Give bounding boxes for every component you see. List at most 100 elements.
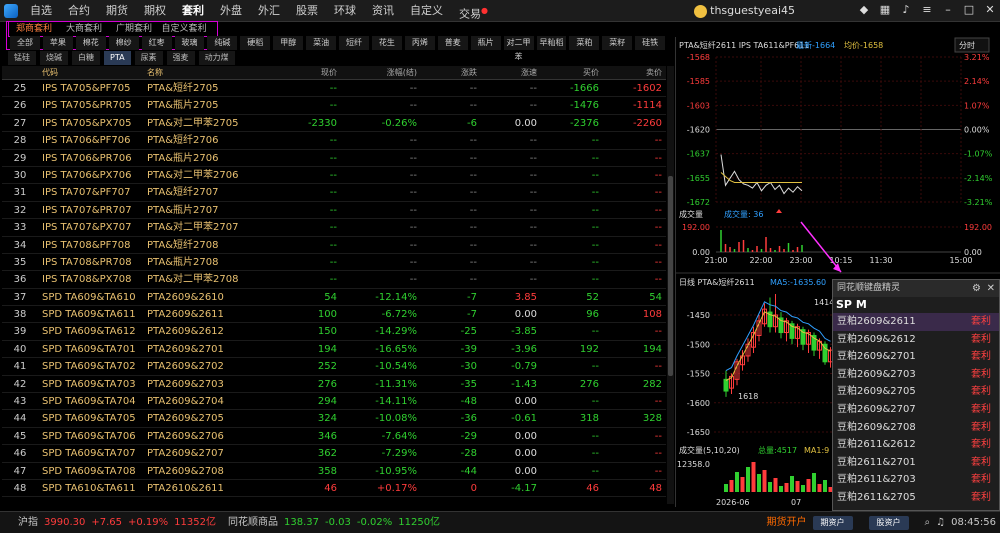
nav-item-5[interactable]: 外盘	[212, 0, 250, 22]
user-account[interactable]: thsguestyeai45	[694, 0, 795, 22]
variety-button-1[interactable]: 苹果	[42, 36, 73, 50]
table-row[interactable]: 35 IPS TA708&PR708 PTA&瓶片2708 -- -- -- -- -- --	[2, 254, 666, 272]
minimize-icon[interactable]: –	[942, 3, 954, 17]
variety-button-11[interactable]: 花生	[371, 36, 402, 50]
table-row[interactable]: 29 IPS TA706&PR706 PTA&瓶片2706 -- -- -- -- -- --	[2, 150, 666, 167]
variety-button-3[interactable]: 棉纱	[108, 36, 139, 50]
nav-item-7[interactable]: 股票	[288, 0, 326, 22]
table-row[interactable]: 34 IPS TA708&PF708 PTA&短纤2708 -- -- -- -- -- --	[2, 237, 666, 254]
nav-item-1[interactable]: 合约	[60, 0, 98, 22]
variety-button-7[interactable]: 硬稻	[240, 36, 271, 50]
bell-icon[interactable]: ♫	[936, 512, 945, 533]
table-row[interactable]: 42 SPD TA609&TA703 PTA2609&2703 276 -11.31% -…	[2, 376, 666, 394]
market-tab-3[interactable]: 自定义套利	[159, 22, 209, 36]
table-row[interactable]: 37 SPD TA609&TA610 PTA2609&2610 54 -12.14% -7…	[2, 289, 666, 307]
table-row[interactable]: 26 IPS TA705&PR705 PTA&瓶片2705 -- -- -- -- -1476…	[2, 97, 666, 115]
table-row[interactable]: 43 SPD TA609&TA704 PTA2609&2704 294 -14.11% -…	[2, 393, 666, 411]
variety-button-4[interactable]: 红枣	[141, 36, 172, 50]
filter-tab-1[interactable]: 烧碱	[40, 51, 68, 65]
scrollbar-thumb[interactable]	[668, 176, 673, 376]
table-row[interactable]: 36 IPS TA708&PX708 PTA&对二甲苯2708 -- -- -- -- -- -…	[2, 271, 666, 289]
nav-item-4[interactable]: 套利	[174, 0, 212, 22]
variety-button-5[interactable]: 玻璃	[174, 36, 205, 50]
filter-tab-5[interactable]: 强麦	[166, 51, 195, 65]
variety-button-2[interactable]: 棉花	[75, 36, 106, 50]
variety-button-15[interactable]: 对二甲苯	[503, 36, 534, 61]
nav-item-2[interactable]: 期货	[98, 0, 136, 22]
column-header-0[interactable]	[2, 66, 38, 79]
table-row[interactable]: 39 SPD TA609&TA612 PTA2609&2612 150 -14.29% -…	[2, 323, 666, 341]
column-header-6[interactable]: 涨速	[481, 66, 541, 79]
sprite-result-item[interactable]: 豆粕2609&2707 套利	[833, 401, 999, 419]
filter-tab-6[interactable]: 动力煤	[198, 51, 235, 65]
column-header-3[interactable]: 现价	[261, 66, 341, 79]
table-row[interactable]: 46 SPD TA609&TA707 PTA2609&2707 362 -7.29% -2…	[2, 445, 666, 463]
variety-button-14[interactable]: 瓶片	[470, 36, 501, 50]
column-header-7[interactable]: 买价	[541, 66, 603, 79]
table-row[interactable]: 44 SPD TA609&TA705 PTA2609&2705 324 -10.08% -…	[2, 410, 666, 428]
column-header-8[interactable]: 卖价	[603, 66, 666, 79]
nav-item-6[interactable]: 外汇	[250, 0, 288, 22]
sprite-result-item[interactable]: 豆粕2609&2708 套利	[833, 419, 999, 437]
market-tab-1[interactable]: 大商套利	[59, 22, 109, 36]
column-header-1[interactable]: 代码	[38, 66, 143, 79]
index2-name[interactable]: 同花顺商品	[228, 512, 278, 533]
table-row[interactable]: 25 IPS TA705&PF705 PTA&短纤2705 -- -- -- -- -1666…	[2, 80, 666, 98]
nav-item-9[interactable]: 资讯	[364, 0, 402, 22]
column-header-5[interactable]: 涨跌	[421, 66, 481, 79]
variety-button-13[interactable]: 普麦	[437, 36, 468, 50]
table-row[interactable]: 32 IPS TA707&PR707 PTA&瓶片2707 -- -- -- -- -- --	[2, 202, 666, 220]
close-icon[interactable]: ✕	[984, 3, 996, 17]
variety-button-9[interactable]: 菜油	[306, 36, 337, 50]
variety-button-12[interactable]: 丙烯	[404, 36, 435, 50]
nav-item-3[interactable]: 期权	[136, 0, 174, 22]
table-scrollbar[interactable]	[667, 66, 674, 504]
table-row[interactable]: 48 SPD TA610&TA611 PTA2610&2611 46 +0.17% 0 -4…	[2, 480, 666, 498]
sprite-result-item[interactable]: 豆粕2609&2612 套利	[833, 331, 999, 349]
variety-button-17[interactable]: 菜粕	[569, 36, 600, 50]
table-row[interactable]: 28 IPS TA706&PF706 PTA&短纤2706 -- -- -- -- -- --	[2, 132, 666, 150]
nav-item-0[interactable]: 自选	[22, 0, 60, 22]
table-row[interactable]: 40 SPD TA609&TA701 PTA2609&2701 194 -16.65% -…	[2, 341, 666, 359]
variety-button-19[interactable]: 硅铁	[635, 36, 666, 50]
sprite-result-item[interactable]: 豆粕2609&2705 套利	[833, 383, 999, 401]
market-tab-0[interactable]: 郑商套利	[9, 22, 59, 36]
open-account-link[interactable]: 期货开户	[767, 512, 807, 533]
filter-tab-3[interactable]: PTA	[104, 51, 131, 65]
market-tab-2[interactable]: 广期套利	[109, 22, 159, 36]
search-icon[interactable]: ⌕	[925, 512, 931, 533]
layers-icon[interactable]: ◆	[858, 3, 870, 17]
variety-button-16[interactable]: 早籼稻	[536, 36, 567, 50]
table-row[interactable]: 31 IPS TA707&PF707 PTA&短纤2707 -- -- -- -- -- --	[2, 184, 666, 202]
close-icon[interactable]: ✕	[987, 280, 995, 297]
variety-button-18[interactable]: 菜籽	[602, 36, 633, 50]
table-row[interactable]: 38 SPD TA609&TA611 PTA2609&2611 100 -6.72% -7…	[2, 306, 666, 324]
column-header-2[interactable]: 名称	[143, 66, 261, 79]
restore-icon[interactable]: □	[963, 3, 975, 17]
column-header-4[interactable]: 涨幅(结)	[341, 66, 421, 79]
table-row[interactable]: 41 SPD TA609&TA702 PTA2609&2702 252 -10.54% -…	[2, 358, 666, 376]
sprite-result-item[interactable]: 豆粕2609&2701 套利	[833, 348, 999, 366]
nav-item-10[interactable]: 自定义	[402, 0, 451, 22]
table-row[interactable]: 47 SPD TA609&TA708 PTA2609&2708 358 -10.95% -…	[2, 463, 666, 480]
variety-button-8[interactable]: 甲醇	[273, 36, 304, 50]
sprite-result-item[interactable]: 豆粕2611&2703 套利	[833, 471, 999, 489]
sprite-result-item[interactable]: 豆粕2611&2612 套利	[833, 436, 999, 454]
settings-icon[interactable]: ≡	[921, 3, 933, 17]
grid-icon[interactable]: ▦	[879, 3, 891, 17]
filter-tab-0[interactable]: 锰硅	[8, 51, 36, 65]
filter-tab-4[interactable]: 尿素	[134, 51, 163, 65]
sprite-result-item[interactable]: 豆粕2611&2705 套利	[833, 489, 999, 507]
table-row[interactable]: 30 IPS TA706&PX706 PTA&对二甲苯2706 -- -- -- -- -- -…	[2, 167, 666, 185]
variety-button-10[interactable]: 短纤	[339, 36, 369, 50]
table-row[interactable]: 27 IPS TA705&PX705 PTA&对二甲苯2705 -2330 -0.26%…	[2, 115, 666, 133]
variety-button-0[interactable]: 全部	[10, 36, 40, 50]
nav-item-11[interactable]: 交易●	[451, 0, 496, 22]
table-row[interactable]: 45 SPD TA609&TA706 PTA2609&2706 346 -7.64% -2…	[2, 428, 666, 446]
sprite-input[interactable]: SP M	[833, 297, 999, 313]
sprite-result-item[interactable]: 豆粕2609&2703 套利	[833, 366, 999, 384]
sprite-result-item[interactable]: 豆粕2609&2611 套利	[833, 313, 999, 331]
index1-name[interactable]: 沪指	[18, 512, 38, 533]
nav-item-8[interactable]: 环球	[326, 0, 364, 22]
futures-account-button[interactable]: 期资户	[812, 515, 853, 530]
